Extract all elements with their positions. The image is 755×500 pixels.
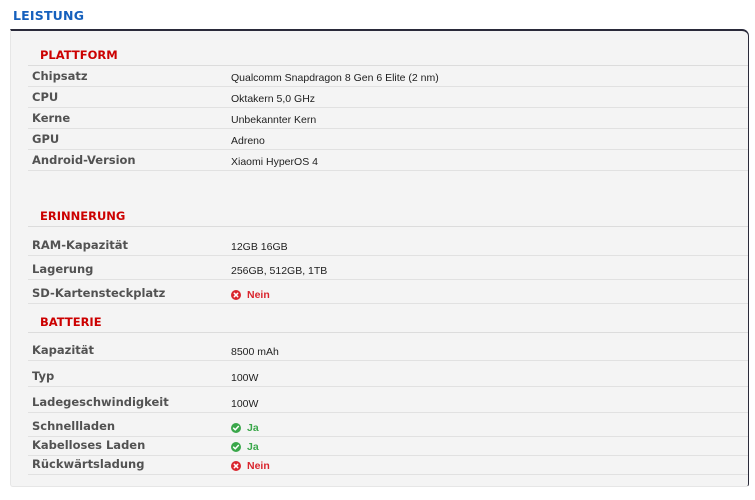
spec-label: GPU <box>32 132 60 146</box>
spec-value: 256GB, 512GB, 1TB <box>231 265 327 277</box>
spec-label: Chipsatz <box>32 69 88 83</box>
spec-label: SD-Kartensteckplatz <box>32 286 166 300</box>
cross-circle-icon <box>231 290 241 300</box>
spec-value: 8500 mAh <box>231 346 279 358</box>
section-header-erinnerung: ERINNERUNG <box>28 206 748 227</box>
spec-label: Android-Version <box>32 153 136 167</box>
section-title: ERINNERUNG <box>40 209 126 223</box>
spec-row-kapazitaet: Kapazität 8500 mAh <box>28 342 748 361</box>
status-no-text: Nein <box>247 289 270 301</box>
spec-row-typ: Typ 100W <box>28 368 748 387</box>
spec-row-kabelloses-laden: Kabelloses Laden Ja <box>28 437 748 456</box>
spec-label: Kabelloses Laden <box>32 438 146 452</box>
spec-value-text: 8500 mAh <box>231 346 279 358</box>
spec-row-kerne: Kerne Unbekannter Kern <box>28 110 748 129</box>
page-title: LEISTUNG <box>13 8 85 23</box>
spec-value-text: 256GB, 512GB, 1TB <box>231 265 328 277</box>
status-no-text: Nein <box>247 460 270 472</box>
cross-circle-icon <box>231 461 241 471</box>
spec-row-sd-kartensteckplatz: SD-Kartensteckplatz Nein <box>28 285 748 304</box>
spec-label: Kapazität <box>32 343 95 357</box>
spec-value: Ja <box>231 441 259 453</box>
spec-value: Ja <box>231 422 259 434</box>
spec-row-ladegeschwindigkeit: Ladegeschwindigkeit 100W <box>28 394 748 413</box>
spec-value: Nein <box>231 289 270 301</box>
spec-label: RAM-Kapazität <box>32 238 129 252</box>
spec-value: 100W <box>231 398 258 410</box>
spec-value: 100W <box>231 372 258 384</box>
spec-label: Ladegeschwindigkeit <box>32 395 169 409</box>
section-title: PLATTFORM <box>40 48 118 62</box>
spec-row-ram: RAM-Kapazität 12GB 16GB <box>28 237 748 256</box>
section-header-plattform: PLATTFORM <box>28 45 748 66</box>
spec-row-android-version: Android-Version Xiaomi HyperOS 4 <box>28 152 748 171</box>
status-yes-text: Ja <box>247 441 259 453</box>
spec-value: Qualcomm Snapdragon 8 Gen 6 Elite (2 nm) <box>231 72 439 84</box>
spec-value: Adreno <box>231 135 265 147</box>
spec-value: Nein <box>231 460 270 472</box>
spec-row-schnellladen: Schnellladen Ja <box>28 418 748 437</box>
spec-label: Typ <box>32 369 55 383</box>
spec-value-text: Oktakern 5,0 GHz <box>231 93 316 105</box>
spec-row-cpu: CPU Oktakern 5,0 GHz <box>28 89 748 108</box>
section-header-batterie: BATTERIE <box>28 312 748 333</box>
section-title: BATTERIE <box>40 315 102 329</box>
spec-value-text: Xiaomi HyperOS 4 <box>231 156 318 168</box>
spec-value-text: Qualcomm Snapdragon 8 Gen 6 Elite (2 nm) <box>231 72 439 84</box>
spec-row-rueckwaertsladung: Rückwärtsladung Nein <box>28 456 748 475</box>
spec-value-text: 12GB 16GB <box>231 241 288 253</box>
spec-value: Oktakern 5,0 GHz <box>231 93 315 105</box>
spec-label: Lagerung <box>32 262 94 276</box>
spec-value-text: Unbekannter Kern <box>231 114 317 126</box>
spec-label: Rückwärtsladung <box>32 457 145 471</box>
spec-row-lagerung: Lagerung 256GB, 512GB, 1TB <box>28 261 748 280</box>
spec-card: PLATTFORM Chipsatz Qualcomm Snapdragon 8… <box>10 29 749 487</box>
spec-value-text: 100W <box>231 398 259 410</box>
status-yes-text: Ja <box>247 422 259 434</box>
check-circle-icon <box>231 423 241 433</box>
spec-value-text: 100W <box>231 372 259 384</box>
spec-label: CPU <box>32 90 59 104</box>
spec-value: Unbekannter Kern <box>231 114 316 126</box>
check-circle-icon <box>231 442 241 452</box>
spec-row-gpu: GPU Adreno <box>28 131 748 150</box>
spec-value: 12GB 16GB <box>231 241 288 253</box>
spec-value: Xiaomi HyperOS 4 <box>231 156 318 168</box>
spec-value-text: Adreno <box>231 135 265 147</box>
spec-row-chipsatz: Chipsatz Qualcomm Snapdragon 8 Gen 6 Eli… <box>28 68 748 87</box>
spec-label: Kerne <box>32 111 71 125</box>
spec-label: Schnellladen <box>32 419 116 433</box>
